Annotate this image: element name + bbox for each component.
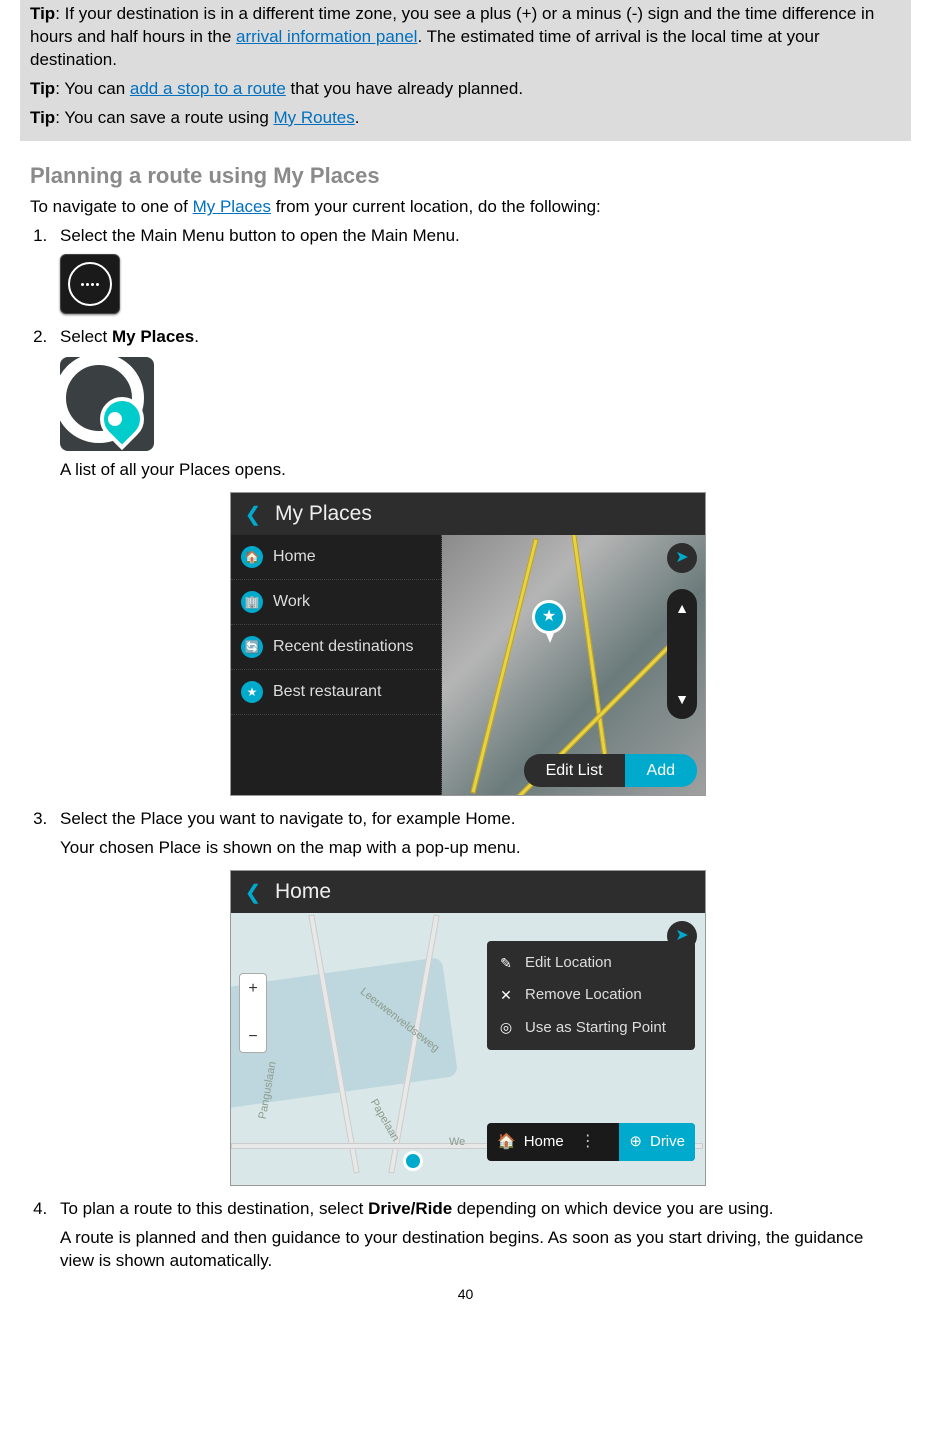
zoom-up-icon[interactable]: ▲ [675, 599, 689, 618]
screenshot-title: Home [275, 878, 331, 906]
screenshot-header: ❮ My Places [231, 493, 705, 535]
step-3-text-a: Select the Place you want to navigate to… [60, 808, 901, 831]
screenshot-title: My Places [275, 500, 372, 528]
back-arrow-icon[interactable]: ❮ [241, 880, 265, 904]
link-my-routes[interactable]: My Routes [274, 108, 355, 127]
list-item[interactable]: 🔄 Recent destinations [231, 625, 441, 670]
step-2-text: Select My Places. [60, 326, 901, 349]
step-4: To plan a route to this destination, sel… [52, 1198, 901, 1273]
road-label: We [449, 1135, 465, 1150]
screenshot-my-places-list: ❮ My Places 🏠 Home 🏢 Work [230, 492, 706, 796]
tip-3: Tip: You can save a route using My Route… [30, 104, 901, 133]
step-2-sub: A list of all your Places opens. [60, 459, 901, 482]
home-icon: 🏠 [241, 546, 263, 568]
tip-label: Tip [30, 108, 55, 127]
map-view[interactable]: Panguslaan Leeuwenveldseweg Papelaan We … [231, 913, 705, 1185]
target-icon: ◎ [497, 1018, 515, 1037]
step-3: Select the Place you want to navigate to… [52, 808, 901, 1186]
tip-2: Tip: You can add a stop to a route that … [30, 75, 901, 104]
add-button[interactable]: Add [625, 754, 697, 788]
step-1-text: Select the Main Menu button to open the … [60, 225, 901, 248]
zoom-control[interactable]: + − [239, 973, 267, 1053]
popup-item-remove[interactable]: ✕ Remove Location [487, 979, 695, 1011]
screenshot-header: ❮ Home [231, 871, 705, 913]
screenshot-home-popup: ❮ Home Panguslaan Leeuwenveldseweg Papel… [230, 870, 706, 1186]
recent-icon: 🔄 [241, 636, 263, 658]
compass-icon[interactable]: ➤ [667, 543, 697, 573]
link-arrival-information-panel[interactable]: arrival information panel [236, 27, 417, 46]
tip-label: Tip [30, 4, 55, 23]
steering-wheel-icon: ⊕ [629, 1132, 642, 1152]
zoom-in-icon[interactable]: + [248, 978, 257, 1000]
work-icon: 🏢 [241, 591, 263, 613]
context-popup: ✎ Edit Location ✕ Remove Location ◎ Use … [487, 941, 695, 1050]
map-star-pin-icon[interactable]: ★ [532, 600, 566, 634]
map-view[interactable]: ★ ➤ ▲ ▼ Edit List Add [442, 535, 705, 795]
list-item[interactable]: ★ Best restaurant [231, 670, 441, 715]
step-1: Select the Main Menu button to open the … [52, 225, 901, 314]
tip-label: Tip [30, 79, 55, 98]
zoom-out-icon[interactable]: − [248, 1026, 257, 1048]
popup-item-edit[interactable]: ✎ Edit Location [487, 947, 695, 979]
page-number: 40 [30, 1285, 901, 1304]
home-segment[interactable]: 🏠 Home [487, 1123, 574, 1161]
edit-icon: ✎ [497, 954, 515, 973]
my-places-icon [60, 357, 154, 451]
dots-circle-icon [68, 262, 112, 306]
section-title: Planning a route using My Places [30, 161, 901, 191]
back-arrow-icon[interactable]: ❮ [241, 502, 265, 526]
remove-icon: ✕ [497, 986, 515, 1005]
places-list: 🏠 Home 🏢 Work 🔄 Recent destinations [231, 535, 442, 795]
intro-text: To navigate to one of My Places from you… [30, 196, 901, 219]
popup-item-use-start[interactable]: ◎ Use as Starting Point [487, 1012, 695, 1044]
footer-buttons: Edit List Add [524, 754, 697, 788]
home-location-pin-icon [403, 1151, 423, 1171]
step-3-text-b: Your chosen Place is shown on the map wi… [60, 837, 901, 860]
home-icon: 🏠 [497, 1132, 516, 1152]
tips-box: Tip: If your destination is in a differe… [20, 0, 911, 141]
edit-list-button[interactable]: Edit List [524, 754, 625, 788]
link-my-places[interactable]: My Places [193, 197, 271, 216]
steps-list: Select the Main Menu button to open the … [30, 225, 901, 1273]
star-icon: ★ [241, 681, 263, 703]
list-item[interactable]: 🏠 Home [231, 535, 441, 580]
main-menu-button-icon [60, 254, 120, 314]
step-4-text-a: To plan a route to this destination, sel… [60, 1198, 901, 1221]
zoom-control[interactable]: ▲ ▼ [667, 589, 697, 719]
more-dots-icon[interactable]: ⋮ [574, 1131, 602, 1153]
list-item[interactable]: 🏢 Work [231, 580, 441, 625]
step-2: Select My Places. A list of all your Pla… [52, 326, 901, 796]
home-action-bar: 🏠 Home ⋮ ⊕ Drive [487, 1123, 695, 1161]
tip-1: Tip: If your destination is in a differe… [30, 0, 901, 75]
zoom-down-icon[interactable]: ▼ [675, 690, 689, 709]
drive-button[interactable]: ⊕ Drive [619, 1123, 695, 1161]
step-4-text-b: A route is planned and then guidance to … [60, 1227, 901, 1273]
link-add-stop-to-route[interactable]: add a stop to a route [130, 79, 286, 98]
